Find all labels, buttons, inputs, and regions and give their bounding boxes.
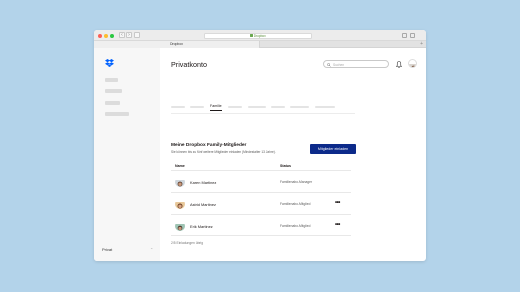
section-heading: Meine Dropbox Family-Mitglieder [171, 143, 247, 148]
search-placeholder: Suchen [333, 62, 345, 67]
member-status: Familienabo-Manager [280, 180, 313, 184]
account-switcher-label[interactable]: Privat [102, 247, 112, 252]
tab-placeholder[interactable] [290, 106, 309, 108]
address-text: Dropbox [253, 33, 266, 38]
sidebar-item-2[interactable] [105, 89, 122, 93]
member-row[interactable]: Erik Martinez Familienabo-Mitglied ••• [171, 214, 351, 236]
chevron-icon[interactable]: ⌃ [150, 247, 153, 252]
sidebar-item-3[interactable] [105, 101, 120, 105]
member-name: Karen Martinez [190, 180, 217, 185]
close-window-button[interactable] [98, 33, 102, 38]
member-name: Erik Martinez [190, 224, 213, 229]
tabs-divider [171, 113, 355, 114]
member-row[interactable]: Karen Martinez Familienabo-Manager [171, 170, 351, 192]
browser-tabbar: Dropbox + [94, 41, 426, 48]
column-header-name: Name [175, 164, 185, 168]
tabs-icon[interactable] [410, 32, 415, 38]
member-name: Astrid Martinez [190, 202, 216, 207]
tab-placeholder[interactable] [248, 106, 266, 108]
page-title: Privatkonto [171, 60, 207, 69]
browser-window: ‹ › Dropbox Dropbox + Privat ⌃ Privatkon… [94, 30, 426, 261]
address-bar[interactable]: Dropbox [204, 32, 312, 39]
column-header-status: Status [280, 164, 291, 168]
woman-avatar [175, 177, 185, 187]
member-status: Familienabo-Mitglied [280, 202, 311, 206]
search-input[interactable]: Suchen [323, 60, 389, 68]
section-description: Sie können bis zu fünf weitere Mitgliede… [171, 150, 276, 154]
tab-placeholder[interactable] [171, 106, 185, 108]
back-button[interactable]: ‹ [119, 32, 125, 38]
user-avatar[interactable] [408, 59, 417, 68]
minimize-window-button[interactable] [104, 33, 108, 38]
bell-icon[interactable] [396, 61, 402, 68]
lock-icon [250, 34, 253, 37]
main-content: Privatkonto Suchen Familie Meine Dropbox… [160, 48, 426, 261]
sidebar-item-1[interactable] [105, 78, 118, 82]
sidebar: Privat ⌃ [94, 48, 160, 261]
maximize-window-button[interactable] [110, 33, 114, 38]
tab-placeholder[interactable] [228, 106, 242, 108]
girl-avatar [175, 199, 185, 209]
search-icon [327, 62, 331, 67]
sidebar-toggle-icon[interactable] [134, 32, 140, 38]
share-icon[interactable] [402, 32, 407, 38]
tab-placeholder[interactable] [315, 106, 335, 108]
browser-tab[interactable]: Dropbox [94, 41, 260, 48]
invite-members-button[interactable]: Mitglieder einladen [310, 144, 356, 154]
boy-avatar [175, 221, 185, 231]
member-status: Familienabo-Mitglied [280, 224, 311, 228]
new-tab-button[interactable]: + [420, 41, 423, 48]
tab-placeholder[interactable] [190, 106, 204, 108]
sidebar-item-4[interactable] [105, 112, 129, 116]
tab-placeholder[interactable] [271, 106, 285, 108]
member-row[interactable]: Astrid Martinez Familienabo-Mitglied ••• [171, 192, 351, 214]
forward-button[interactable]: › [126, 32, 132, 38]
dropbox-logo[interactable] [105, 59, 114, 67]
invites-remaining: 2/5 Einladungen übrig [171, 241, 204, 245]
more-options-icon[interactable]: ••• [335, 200, 340, 206]
tab-family[interactable]: Familie [210, 104, 222, 111]
browser-titlebar: ‹ › Dropbox [94, 30, 426, 41]
more-options-icon[interactable]: ••• [335, 222, 340, 228]
